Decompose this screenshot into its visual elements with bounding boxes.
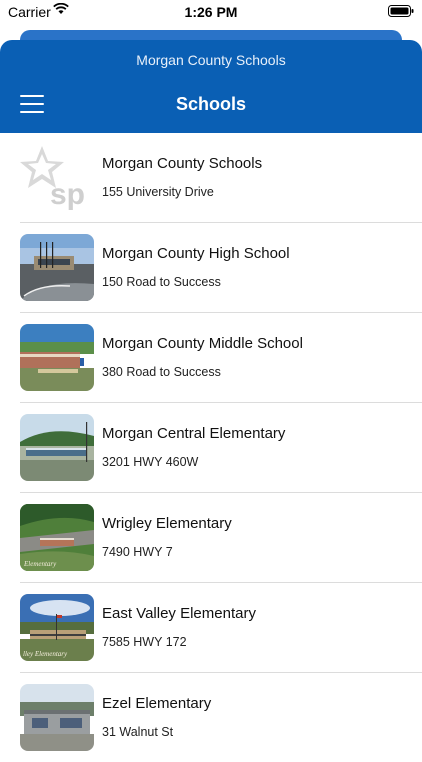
status-time: 1:26 PM bbox=[184, 4, 238, 20]
school-name: Morgan County Schools bbox=[102, 155, 263, 172]
logo-text: sp bbox=[50, 178, 85, 211]
school-photo: Elementary bbox=[20, 504, 94, 571]
school-name: East Valley Elementary bbox=[102, 605, 256, 622]
status-bar: Carrier 1:26 PM bbox=[0, 0, 422, 24]
school-address: 155 University Drive bbox=[102, 185, 214, 199]
page-title: Schools bbox=[175, 94, 246, 114]
school-address: 3201 HWY 460W bbox=[102, 455, 199, 469]
battery-icon bbox=[388, 5, 414, 17]
school-list-item[interactable]: Ezel Elementary 31 Walnut St bbox=[20, 673, 422, 762]
nav-header: Morgan County Schools Schools bbox=[0, 40, 422, 133]
school-list-item[interactable]: lley Elementary East Valley Elementary 7… bbox=[20, 583, 422, 673]
school-name: Wrigley Elementary bbox=[102, 515, 232, 532]
school-address: 150 Road to Success bbox=[102, 275, 221, 289]
school-name: Morgan County High School bbox=[102, 245, 290, 262]
school-address: 380 Road to Success bbox=[102, 365, 221, 379]
school-address: 31 Walnut St bbox=[102, 725, 174, 739]
star-logo-icon: sp bbox=[20, 146, 85, 211]
school-list-item[interactable]: Morgan County High School 150 Road to Su… bbox=[20, 223, 422, 313]
school-list-item[interactable]: Morgan Central Elementary 3201 HWY 460W bbox=[20, 403, 422, 493]
schoolpointe-logo: sp bbox=[20, 144, 94, 211]
school-photo bbox=[20, 234, 94, 301]
school-address: 7585 HWY 172 bbox=[102, 635, 187, 649]
school-list-item[interactable]: sp Morgan County Schools 155 University … bbox=[20, 133, 422, 223]
school-name: Morgan County Middle School bbox=[102, 335, 303, 352]
app-subtitle: Morgan County Schools bbox=[136, 52, 286, 68]
svg-text:lley Elementary: lley Elementary bbox=[23, 650, 68, 658]
svg-text:Elementary: Elementary bbox=[23, 560, 57, 568]
school-list-item[interactable]: Elementary Wrigley Elementary 7490 HWY 7 bbox=[20, 493, 422, 583]
school-name: Ezel Elementary bbox=[102, 695, 212, 712]
school-name: Morgan Central Elementary bbox=[102, 425, 286, 442]
school-photo: lley Elementary bbox=[20, 594, 94, 661]
school-photo bbox=[20, 414, 94, 481]
school-photo bbox=[20, 684, 94, 751]
school-list: sp Morgan County Schools 155 University … bbox=[0, 133, 422, 762]
school-address: 7490 HWY 7 bbox=[102, 545, 173, 559]
school-photo bbox=[20, 324, 94, 391]
school-list-item[interactable]: Morgan County Middle School 380 Road to … bbox=[20, 313, 422, 403]
